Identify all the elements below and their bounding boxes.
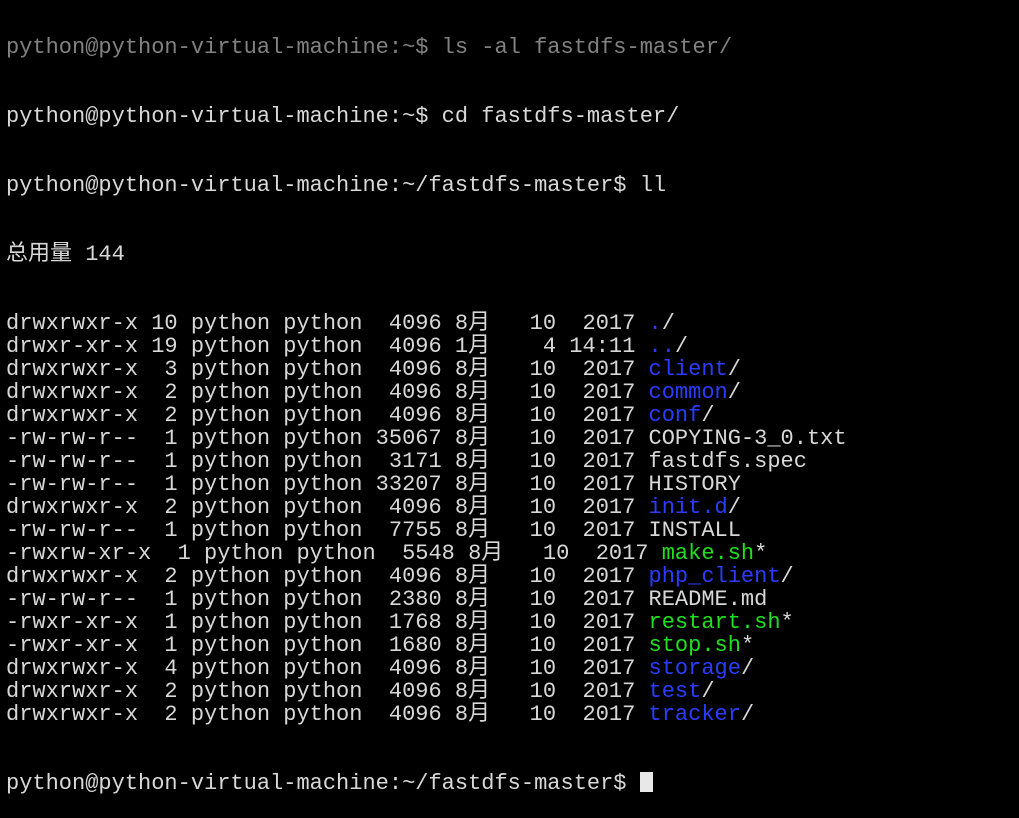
file-metadata: -rwxr-xr-x 1 python python 1768 8月 10 20… [6, 610, 649, 635]
directory-name: php_client [648, 564, 781, 589]
listing-row: -rwxr-xr-x 1 python python 1680 8月 10 20… [6, 634, 1019, 657]
type-suffix: / [674, 334, 689, 359]
listing-row: -rw-rw-r-- 1 python python 33207 8月 10 2… [6, 473, 1019, 496]
listing-row: drwxrwxr-x 2 python python 4096 8月 10 20… [6, 404, 1019, 427]
listing-row: drwxrwxr-x 2 python python 4096 8月 10 20… [6, 381, 1019, 404]
file-metadata: -rw-rw-r-- 1 python python 2380 8月 10 20… [6, 587, 649, 612]
previous-command-line: python@python-virtual-machine:~$ ls -al … [6, 35, 733, 60]
file-name: INSTALL [648, 518, 741, 543]
file-metadata: drwxrwxr-x 2 python python 4096 8月 10 20… [6, 495, 649, 520]
file-metadata: -rwxrw-xr-x 1 python python 5548 8月 10 2… [6, 541, 662, 566]
executable-name: restart.sh [648, 610, 781, 635]
file-metadata: drwxrwxr-x 2 python python 4096 8月 10 20… [6, 380, 649, 405]
type-suffix: / [727, 380, 741, 405]
file-name: COPYING-3_0.txt [648, 426, 847, 451]
listing-row: -rw-rw-r-- 1 python python 7755 8月 10 20… [6, 519, 1019, 542]
command-line-cd: python@python-virtual-machine:~$ cd fast… [6, 104, 680, 129]
directory-name: init.d [648, 495, 728, 520]
file-metadata: -rw-rw-r-- 1 python python 35067 8月 10 2… [6, 426, 649, 451]
file-metadata: drwxrwxr-x 2 python python 4096 8月 10 20… [6, 403, 649, 428]
listing-row: drwxrwxr-x 3 python python 4096 8月 10 20… [6, 358, 1019, 381]
listing-row: drwxrwxr-x 2 python python 4096 8月 10 20… [6, 680, 1019, 703]
directory-name: test [648, 679, 702, 704]
listing-row: drwxrwxr-x 2 python python 4096 8月 10 20… [6, 496, 1019, 519]
type-suffix: / [740, 702, 755, 727]
type-suffix: / [740, 656, 755, 681]
file-name: fastdfs.spec [648, 449, 807, 474]
file-metadata: -rw-rw-r-- 1 python python 33207 8月 10 2… [6, 472, 649, 497]
listing-row: -rw-rw-r-- 1 python python 35067 8月 10 2… [6, 427, 1019, 450]
type-suffix: / [701, 403, 715, 428]
listing-row: -rw-rw-r-- 1 python python 2380 8月 10 20… [6, 588, 1019, 611]
type-suffix: / [661, 311, 675, 336]
type-suffix: * [740, 633, 755, 658]
file-metadata: drwxrwxr-x 2 python python 4096 8月 10 20… [6, 702, 649, 727]
directory-name: tracker [648, 702, 741, 727]
directory-name: client [648, 357, 728, 382]
file-name: README.md [648, 587, 768, 612]
directory-name: .. [648, 334, 675, 359]
file-metadata: -rwxr-xr-x 1 python python 1680 8月 10 20… [6, 633, 649, 658]
listing-row: drwxrwxr-x 2 python python 4096 8月 10 20… [6, 565, 1019, 588]
type-suffix: / [780, 564, 794, 589]
file-metadata: drwxrwxr-x 3 python python 4096 8月 10 20… [6, 357, 649, 382]
type-suffix: / [727, 495, 741, 520]
file-metadata: drwxrwxr-x 10 python python 4096 8月 10 2… [6, 311, 649, 336]
executable-name: make.sh [661, 541, 755, 566]
listing-row: drwxr-xr-x 19 python python 4096 1月 4 14… [6, 335, 1019, 358]
total-size-line: 总用量 144 [6, 242, 125, 267]
type-suffix: / [701, 679, 715, 704]
file-metadata: drwxr-xr-x 19 python python 4096 1月 4 14… [6, 334, 649, 359]
file-metadata: -rw-rw-r-- 1 python python 3171 8月 10 20… [6, 449, 649, 474]
listing-row: -rwxr-xr-x 1 python python 1768 8月 10 20… [6, 611, 1019, 634]
text-cursor [639, 772, 653, 792]
file-metadata: drwxrwxr-x 2 python python 4096 8月 10 20… [6, 679, 649, 704]
command-line-ll: python@python-virtual-machine:~/fastdfs-… [6, 173, 667, 198]
directory-name: conf [648, 403, 702, 428]
executable-name: stop.sh [648, 633, 741, 658]
type-suffix: / [727, 357, 741, 382]
file-metadata: drwxrwxr-x 4 python python 4096 8月 10 20… [6, 656, 649, 681]
terminal-output[interactable]: python@python-virtual-machine:~$ ls -al … [6, 0, 1019, 818]
shell-prompt: python@python-virtual-machine:~/fastdfs-… [6, 771, 640, 796]
listing-row: -rwxrw-xr-x 1 python python 5548 8月 10 2… [6, 542, 1019, 565]
directory-name: storage [648, 656, 741, 681]
listing-row: drwxrwxr-x 4 python python 4096 8月 10 20… [6, 657, 1019, 680]
type-suffix: * [754, 541, 768, 566]
file-metadata: -rw-rw-r-- 1 python python 7755 8月 10 20… [6, 518, 649, 543]
directory-name: common [648, 380, 728, 405]
current-prompt-line[interactable]: python@python-virtual-machine:~/fastdfs-… [6, 772, 1019, 795]
listing-row: drwxrwxr-x 10 python python 4096 8月 10 2… [6, 312, 1019, 335]
file-name: HISTORY [648, 472, 741, 497]
directory-listing: drwxrwxr-x 10 python python 4096 8月 10 2… [6, 312, 1019, 726]
listing-row: drwxrwxr-x 2 python python 4096 8月 10 20… [6, 703, 1019, 726]
file-metadata: drwxrwxr-x 2 python python 4096 8月 10 20… [6, 564, 649, 589]
type-suffix: * [780, 610, 794, 635]
directory-name: . [648, 311, 662, 336]
listing-row: -rw-rw-r-- 1 python python 3171 8月 10 20… [6, 450, 1019, 473]
